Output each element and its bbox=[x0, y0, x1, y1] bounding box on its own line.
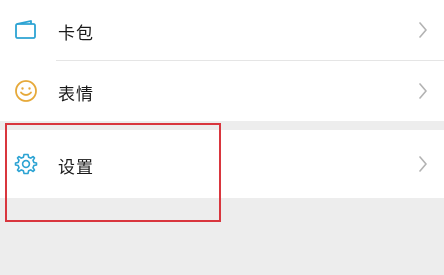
menu-group-bottom: 设置 bbox=[0, 130, 444, 198]
menu-item-label: 卡包 bbox=[58, 24, 94, 44]
menu-item-emoji[interactable]: 表情 bbox=[0, 61, 444, 121]
gear-icon bbox=[13, 151, 39, 177]
wallet-icon bbox=[13, 17, 39, 43]
chevron-right-icon bbox=[418, 156, 428, 172]
menu-item-label: 表情 bbox=[58, 85, 94, 105]
chevron-right-icon bbox=[418, 22, 428, 38]
menu-item-label: 设置 bbox=[58, 158, 94, 178]
menu-item-settings[interactable]: 设置 bbox=[0, 130, 444, 198]
menu-item-wallet[interactable]: 卡包 bbox=[0, 0, 444, 60]
smiley-icon bbox=[13, 78, 39, 104]
menu-group-top: 卡包 表情 bbox=[0, 0, 444, 121]
chevron-right-icon bbox=[418, 83, 428, 99]
